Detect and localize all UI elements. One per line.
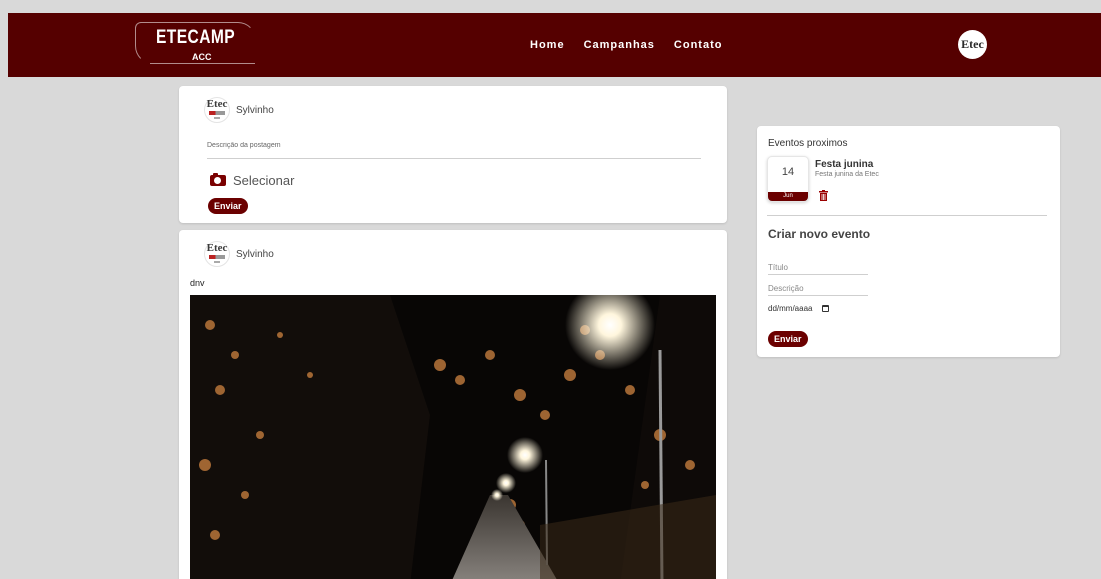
submit-event-button[interactable]: Enviar	[768, 331, 808, 347]
events-panel: Eventos proximos 14 Jun Festa junina Fes…	[757, 126, 1060, 357]
nav-contato-link[interactable]: Contato	[674, 39, 723, 51]
night-street-photo	[190, 295, 716, 579]
main-nav: Home Campanhas Contato	[530, 39, 722, 51]
post-author: Etec Sylvinho	[204, 241, 274, 267]
select-image-label: Selecionar	[233, 173, 295, 188]
brand-logo[interactable]: ETECAMP ACC	[135, 22, 256, 64]
nav-campanhas-link[interactable]: Campanhas	[584, 39, 655, 51]
user-avatar[interactable]: Etec	[958, 30, 987, 59]
avatar-logo-mark	[214, 117, 220, 119]
divider	[767, 215, 1047, 216]
top-navbar: ETECAMP ACC Home Campanhas Contato Etec	[8, 13, 1101, 77]
avatar-logo-bar	[209, 255, 225, 259]
calendar-icon[interactable]	[822, 305, 830, 312]
event-description: Festa junina da Etec	[815, 171, 879, 178]
author-avatar: Etec	[204, 97, 230, 123]
author-name: Sylvinho	[236, 248, 274, 260]
post-author: Etec Sylvinho	[204, 97, 274, 123]
post-description-input[interactable]	[207, 142, 701, 159]
create-event-title: Criar novo evento	[768, 227, 871, 241]
nav-home-link[interactable]: Home	[530, 39, 565, 51]
event-name: Festa junina	[815, 159, 874, 170]
event-month: Jun	[768, 192, 808, 201]
event-title-input[interactable]	[768, 263, 868, 275]
avatar-logo-mark	[214, 261, 220, 263]
author-avatar: Etec	[204, 241, 230, 267]
new-post-card: Etec Sylvinho Selecionar Enviar	[179, 86, 727, 223]
avatar-text: Etec	[206, 98, 228, 110]
avatar-text: Etec	[206, 242, 228, 254]
logo-subtitle: ACC	[192, 52, 212, 62]
event-date-badge: 14 Jun	[767, 156, 809, 202]
event-date-input[interactable]: dd/mm/aaaa	[768, 304, 830, 313]
camera-icon	[210, 173, 226, 186]
avatar-text: Etec	[961, 37, 984, 51]
avatar-logo-bar	[209, 111, 225, 115]
event-day: 14	[781, 166, 795, 178]
event-description-input[interactable]	[768, 284, 868, 296]
post-image	[190, 295, 716, 579]
trash-icon[interactable]	[819, 190, 828, 201]
date-placeholder: dd/mm/aaaa	[768, 304, 813, 313]
post-card: Etec Sylvinho dnv	[179, 230, 727, 579]
submit-post-button[interactable]: Enviar	[208, 198, 248, 214]
select-image-button[interactable]: Selecionar	[210, 173, 294, 188]
events-title: Eventos proximos	[768, 138, 848, 149]
logo-title: ETECAMP	[156, 27, 236, 48]
post-text: dnv	[190, 278, 205, 288]
author-name: Sylvinho	[236, 104, 274, 116]
logo-underline	[150, 63, 255, 64]
